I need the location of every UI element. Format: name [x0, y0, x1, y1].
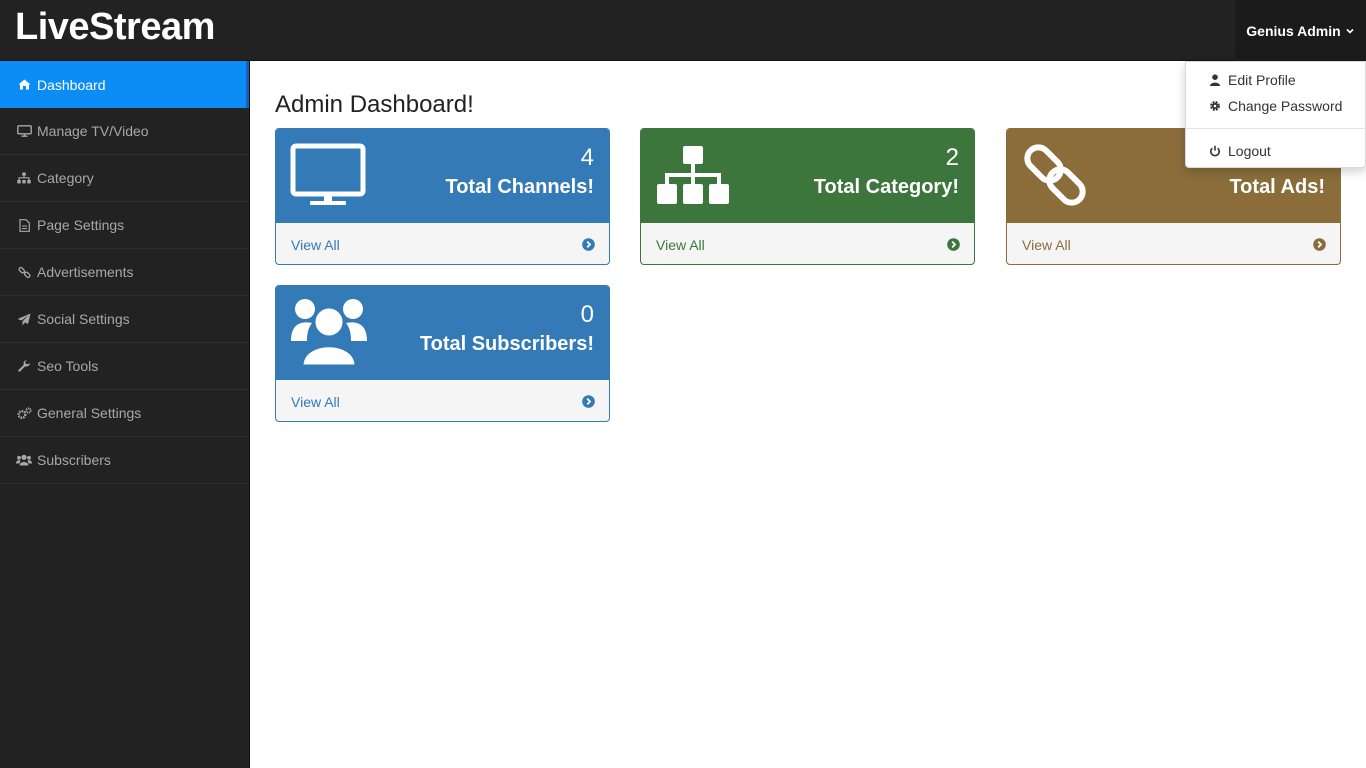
total-channels-card: 4 Total Channels! View All: [275, 128, 610, 265]
sidebar-item-general-settings[interactable]: General Settings: [0, 390, 249, 437]
sidebar-item-label: Category: [37, 170, 94, 186]
sidebar-item-label: Seo Tools: [37, 358, 99, 374]
card-count: 0: [580, 301, 594, 328]
sidebar-item-dashboard[interactable]: Dashboard: [0, 61, 249, 108]
paper-plane-icon: [16, 312, 32, 326]
sitemap-icon: [657, 146, 729, 204]
link-icon: [16, 265, 32, 279]
view-all-subscribers-link[interactable]: View All: [276, 380, 609, 421]
total-category-card: 2 Total Category! View All: [640, 128, 975, 265]
sidebar-item-social-settings[interactable]: Social Settings: [0, 296, 249, 343]
logout-menu-item[interactable]: Logout: [1186, 139, 1365, 163]
chevron-circle-right-icon: [582, 238, 595, 251]
view-all-category-link[interactable]: View All: [641, 223, 974, 264]
gears-icon: [16, 406, 32, 420]
view-all-channels-link[interactable]: View All: [276, 223, 609, 264]
user-menu-toggle[interactable]: Genius Admin: [1235, 0, 1366, 61]
link-icon: [1024, 144, 1086, 206]
view-all-label: View All: [291, 236, 340, 253]
monitor-icon: [290, 143, 366, 205]
sidebar-item-seo-tools[interactable]: Seo Tools: [0, 343, 249, 390]
top-navbar: LiveStream Genius Admin: [0, 0, 1366, 61]
edit-profile-label: Edit Profile: [1228, 72, 1296, 88]
sidebar-item-label: Advertisements: [37, 264, 134, 280]
sidebar-item-advertisements[interactable]: Advertisements: [0, 249, 249, 296]
chevron-circle-right-icon: [947, 238, 960, 251]
chevron-circle-right-icon: [1313, 238, 1326, 251]
card-label: Total Subscribers!: [419, 333, 594, 355]
view-all-label: View All: [656, 236, 705, 253]
sidebar-item-manage-tv-video[interactable]: Manage TV/Video: [0, 108, 249, 155]
change-password-menu-item[interactable]: Change Password: [1186, 94, 1365, 118]
sidebar-item-category[interactable]: Category: [0, 155, 249, 202]
sidebar-item-subscribers[interactable]: Subscribers: [0, 437, 249, 484]
power-icon: [1208, 144, 1222, 158]
sidebar-item-label: General Settings: [37, 405, 142, 421]
wrench-icon: [16, 359, 32, 373]
card-header: 4 Total Channels!: [276, 129, 609, 223]
sidebar-item-label: Manage TV/Video: [37, 123, 149, 139]
view-all-label: View All: [291, 393, 340, 410]
monitor-icon: [16, 124, 32, 138]
chevron-circle-right-icon: [582, 395, 595, 408]
view-all-label: View All: [1022, 236, 1071, 253]
sitemap-icon: [16, 171, 32, 185]
sidebar-item-label: Dashboard: [37, 76, 106, 93]
user-menu-label: Genius Admin: [1246, 22, 1341, 39]
sidebar-item-label: Subscribers: [37, 452, 111, 468]
sidebar: Dashboard Manage TV/Video Category Page …: [0, 61, 250, 768]
sidebar-item-label: Social Settings: [37, 311, 130, 327]
change-password-label: Change Password: [1228, 98, 1343, 114]
sidebar-item-label: Page Settings: [37, 217, 125, 233]
page-title: Admin Dashboard!: [275, 91, 474, 118]
brand-logo[interactable]: LiveStream: [15, 6, 215, 49]
sidebar-item-page-settings[interactable]: Page Settings: [0, 202, 249, 249]
dropdown-divider: [1186, 128, 1365, 129]
card-header: 2 Total Category!: [641, 129, 974, 223]
file-icon: [16, 218, 32, 232]
logout-label: Logout: [1228, 143, 1271, 159]
card-header: 0 Total Subscribers!: [276, 286, 609, 380]
card-label: Total Ads!: [1229, 176, 1325, 198]
gear-icon: [1208, 99, 1222, 113]
edit-profile-menu-item[interactable]: Edit Profile: [1186, 68, 1365, 92]
home-icon: [16, 78, 32, 92]
chevron-down-icon: [1346, 28, 1354, 34]
view-all-ads-link[interactable]: View All: [1007, 223, 1340, 264]
users-icon: [16, 453, 32, 467]
card-label: Total Channels!: [445, 176, 594, 198]
total-subscribers-card: 0 Total Subscribers! View All: [275, 285, 610, 422]
users-icon: [291, 299, 367, 367]
user-icon: [1208, 73, 1222, 87]
user-dropdown-menu: Edit Profile Change Password Logout: [1185, 61, 1366, 168]
card-label: Total Category!: [813, 176, 959, 198]
card-count: 4: [580, 144, 594, 171]
card-count: 2: [945, 144, 959, 171]
